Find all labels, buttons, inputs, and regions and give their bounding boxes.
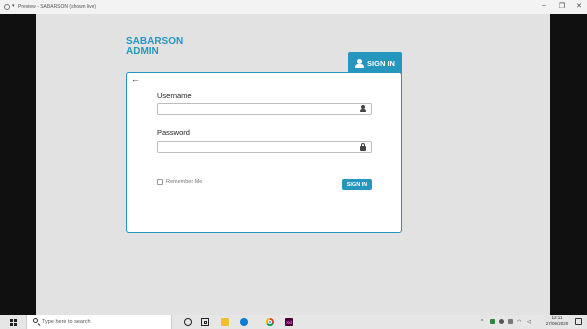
edge-icon[interactable] xyxy=(240,318,248,326)
clock-date: 27/06/2020 xyxy=(545,321,569,326)
brand-line-2: ADMIN xyxy=(126,46,159,57)
user-field-icon xyxy=(359,105,367,113)
login-card: ← Username Password Remember Me SIGN IN xyxy=(126,72,402,233)
remember-me[interactable]: Remember Me xyxy=(157,179,202,185)
window-title: Preview - SABARSON (shown live) xyxy=(18,4,97,10)
battery-icon[interactable] xyxy=(508,319,513,324)
cortana-icon[interactable] xyxy=(184,318,192,326)
notification-icon[interactable] xyxy=(575,318,582,325)
system-clock[interactable]: 12:11 27/06/2020 xyxy=(543,315,571,327)
remember-me-checkbox[interactable] xyxy=(157,179,163,185)
password-input[interactable] xyxy=(157,141,372,153)
chevron-up-icon[interactable]: ^ xyxy=(481,319,483,325)
brand-title: SABARSON ADMIN xyxy=(126,37,183,57)
back-arrow-icon[interactable]: ← xyxy=(131,74,140,84)
sign-in-tab-label: SIGN IN xyxy=(367,59,395,68)
username-label: Username xyxy=(157,91,192,100)
chrome-icon[interactable] xyxy=(266,318,274,326)
remember-me-label: Remember Me xyxy=(166,179,203,185)
sign-in-button[interactable]: SIGN IN xyxy=(342,179,372,190)
window-titlebar: ▾ Preview - SABARSON (shown live) – ❐ ✕ xyxy=(0,0,587,14)
minimize-button[interactable]: – xyxy=(537,2,551,9)
username-input[interactable] xyxy=(157,103,372,115)
wifi-icon[interactable]: ◠ xyxy=(517,319,521,325)
adobe-xd-icon[interactable]: Xd xyxy=(285,318,293,326)
windows-start-icon[interactable] xyxy=(10,319,17,326)
password-label: Password xyxy=(157,128,190,137)
chevron-down-icon[interactable]: ▾ xyxy=(12,3,15,9)
user-icon xyxy=(355,59,365,68)
close-button[interactable]: ✕ xyxy=(572,2,586,10)
task-view-icon[interactable] xyxy=(201,318,209,326)
taskbar-search[interactable]: Type here to search xyxy=(26,315,172,329)
file-explorer-icon[interactable] xyxy=(221,318,229,326)
preview-app-icon xyxy=(4,4,10,10)
lock-icon xyxy=(359,143,367,151)
volume-icon[interactable]: ◁ xyxy=(527,319,531,325)
tray-app-icon[interactable] xyxy=(490,319,495,324)
cloud-icon[interactable] xyxy=(499,319,504,324)
search-placeholder: Type here to search xyxy=(42,319,91,325)
search-icon xyxy=(33,318,38,323)
restore-button[interactable]: ❐ xyxy=(555,2,569,10)
taskbar: Type here to search Xd ^ ◠ ◁ 12:11 27/06… xyxy=(0,315,587,329)
